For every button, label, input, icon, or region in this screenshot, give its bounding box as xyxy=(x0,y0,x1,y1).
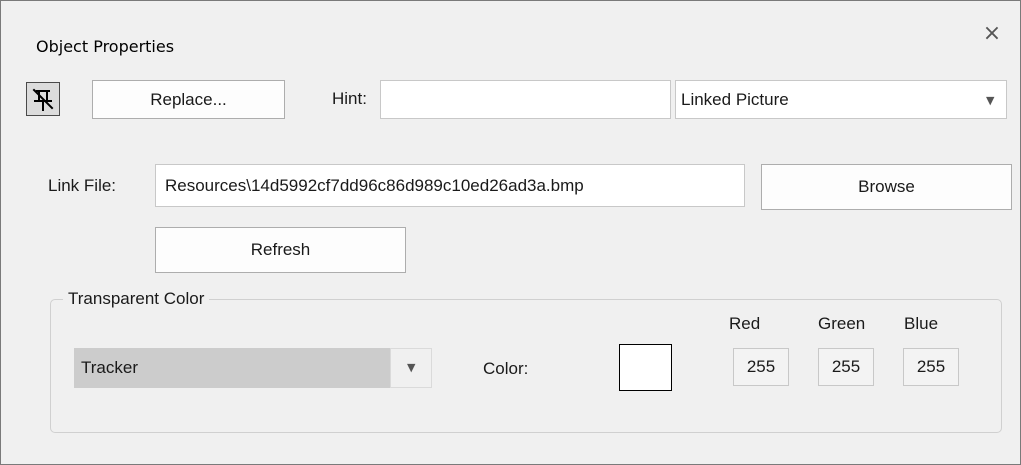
pin-icon xyxy=(32,88,54,111)
link-file-label: Link File: xyxy=(48,176,117,195)
pin-button[interactable] xyxy=(26,82,60,116)
blue-label: Blue xyxy=(904,314,939,333)
transparent-mode-value: Tracker xyxy=(81,358,138,377)
red-label: Red xyxy=(729,314,761,333)
link-file-value: Resources\14d5992cf7dd96c86d989c10ed26ad… xyxy=(165,176,584,195)
replace-button[interactable]: Replace... xyxy=(92,80,285,119)
refresh-button[interactable]: Refresh xyxy=(155,227,406,273)
transparent-color-label: Transparent Color xyxy=(63,289,210,309)
link-file-input[interactable]: Resources\14d5992cf7dd96c86d989c10ed26ad… xyxy=(155,164,745,207)
hint-label: Hint: xyxy=(332,89,367,108)
color-swatch[interactable] xyxy=(619,344,672,391)
green-label: Green xyxy=(818,314,866,333)
hint-input[interactable] xyxy=(380,80,671,119)
dialog-title: Object Properties xyxy=(36,37,175,56)
close-icon[interactable]: × xyxy=(979,21,1005,47)
blue-value[interactable]: 255 xyxy=(903,348,959,386)
browse-button[interactable]: Browse xyxy=(761,164,1012,210)
object-properties-dialog: Object Properties × Replace... Hint: Lin… xyxy=(0,0,1021,465)
chevron-down-icon: ▼ xyxy=(407,361,416,374)
color-label: Color: xyxy=(483,359,529,378)
object-type-value: Linked Picture xyxy=(681,90,789,109)
chevron-down-icon[interactable]: ▼ xyxy=(986,94,994,107)
object-type-select[interactable]: Linked Picture xyxy=(675,80,1007,119)
green-value[interactable]: 255 xyxy=(818,348,874,386)
transparent-mode-select[interactable]: Tracker xyxy=(74,348,390,388)
red-value[interactable]: 255 xyxy=(733,348,789,386)
